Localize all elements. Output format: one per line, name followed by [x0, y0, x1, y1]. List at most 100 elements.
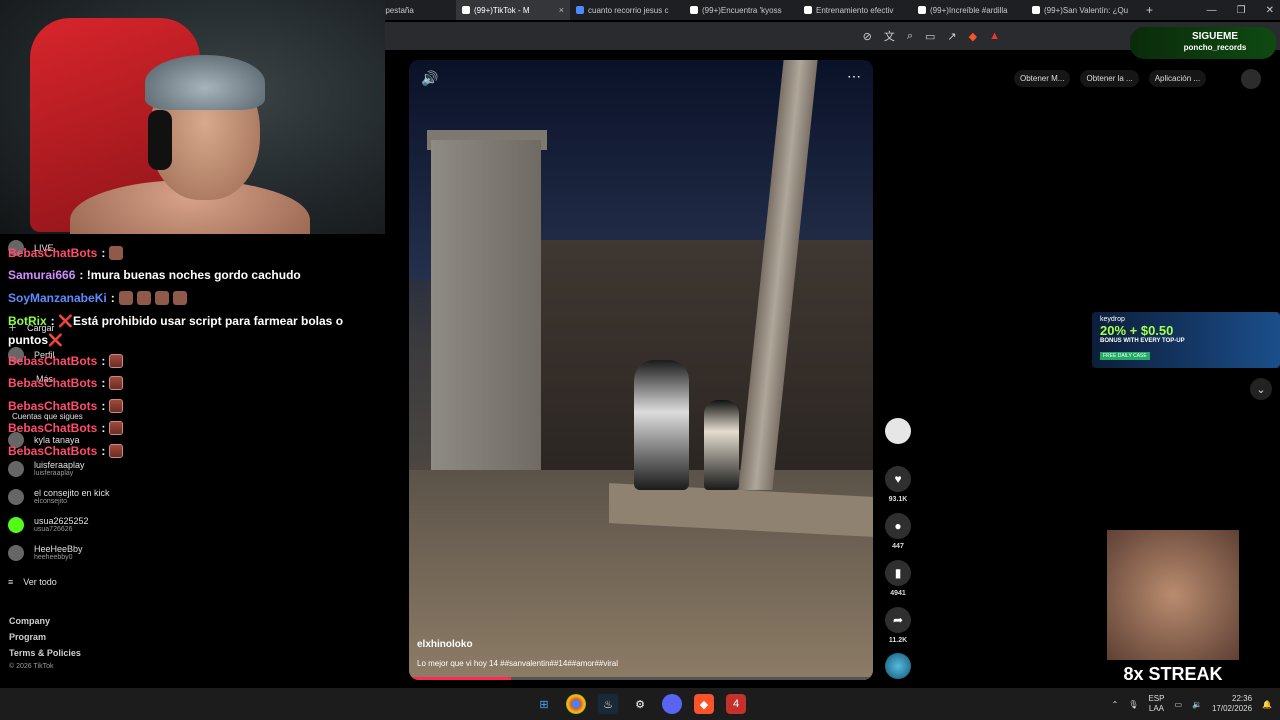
- browser-tab[interactable]: Entrenamiento efectiv: [798, 0, 912, 20]
- footer-link-program[interactable]: Program: [9, 632, 46, 642]
- translate-icon[interactable]: 文: [884, 28, 895, 44]
- account-item[interactable]: usua2625252 usua726626: [8, 516, 89, 533]
- chrome-icon[interactable]: [566, 694, 586, 714]
- browser-tab[interactable]: (99+)San Valentín: ¿Qu: [1026, 0, 1140, 20]
- like-button[interactable]: ♥ 93.1K: [880, 466, 916, 503]
- user-avatar-button[interactable]: [1241, 69, 1261, 89]
- tab-label: (99+)Increíble #ardilla: [930, 5, 1008, 15]
- music-disc-button[interactable]: [880, 653, 916, 679]
- chat-text: :: [101, 246, 106, 260]
- share-button[interactable]: ➦ 11.2K: [880, 607, 916, 644]
- get-app-button[interactable]: Obtener la ...: [1080, 70, 1139, 87]
- translate-off-icon[interactable]: ⊘: [863, 30, 872, 43]
- footer-link-company[interactable]: Company: [9, 616, 50, 626]
- video-author[interactable]: elxhinoloko: [417, 639, 473, 650]
- chat-username: BebasChatBots: [8, 399, 98, 413]
- chat-emote: [118, 291, 133, 305]
- volume-tray-icon[interactable]: 🔉: [1192, 700, 1202, 709]
- avatar: [8, 544, 24, 561]
- list-icon: ≡: [8, 577, 14, 587]
- chat-username: Samurai666: [8, 268, 76, 282]
- lang-code: ESP: [1148, 694, 1165, 703]
- app-icon[interactable]: 4: [726, 694, 746, 714]
- desktop-app-button[interactable]: Aplicación ...: [1148, 70, 1207, 87]
- volume-icon[interactable]: 🔊: [421, 70, 438, 87]
- video-progress-fill: [409, 677, 512, 680]
- clock-time: 22:36: [1232, 694, 1253, 703]
- ad-tag: FREE DAILY CASE: [1100, 352, 1150, 360]
- avatar: [8, 488, 24, 505]
- windows-start-icon[interactable]: ⊞: [534, 694, 554, 714]
- close-window-icon[interactable]: ✕: [1266, 5, 1274, 16]
- tray-expand-icon[interactable]: ⌃: [1112, 700, 1119, 709]
- ad-headline: 20% + $0.50: [1100, 323, 1174, 338]
- video-progress-bar[interactable]: [409, 677, 873, 680]
- system-tray: ⌃ 🎙 ESP LAA ▭ 🔉 22:36 17/02/2026 🔔: [1112, 688, 1272, 720]
- browser-tab[interactable]: (99+)TikTok - M ×: [456, 0, 570, 20]
- comment-icon: ●: [885, 513, 911, 539]
- discord-icon[interactable]: [662, 694, 682, 714]
- account-name: HeeHeeBby: [34, 544, 83, 554]
- account-item[interactable]: el consejito en kick elconsejito: [8, 488, 110, 505]
- video-player[interactable]: 🔊 ⋯ elxhinoloko Lo mejor que vi hoy 14 #…: [409, 60, 873, 680]
- windows-taskbar: ⊞ ♨ ⚙ ◆ 4: [0, 688, 1280, 720]
- chat-emote: [109, 246, 124, 260]
- ad-subtitle: BONUS WITH EVERY TOP-UP: [1100, 338, 1185, 344]
- save-button[interactable]: ▮ 4941: [880, 560, 916, 597]
- brave-rewards-icon[interactable]: ▲: [989, 30, 1000, 42]
- chat-text: :: [101, 376, 106, 390]
- avatar: [8, 516, 24, 533]
- new-tab-button[interactable]: +: [1140, 3, 1159, 17]
- restore-icon[interactable]: ❐: [1237, 5, 1246, 16]
- chat-emote: [109, 399, 124, 413]
- watchtower: [431, 140, 541, 480]
- notification-icon[interactable]: 🔔: [1262, 700, 1272, 709]
- account-name: usua2625252: [34, 516, 89, 526]
- account-handle: heeheebby0: [34, 554, 73, 561]
- follow-me-title: SIGUEME: [1191, 31, 1239, 42]
- webcam-overlay: [0, 0, 385, 234]
- account-item[interactable]: HeeHeeBby heeheebby0: [8, 544, 83, 561]
- brave-shield-icon[interactable]: ◆: [969, 30, 977, 43]
- tab-label: (99+)San Valentín: ¿Qu: [1044, 5, 1129, 15]
- share-icon[interactable]: ↗: [947, 30, 956, 43]
- browser-tab[interactable]: (99+)Encuentra 'kyoss: [684, 0, 798, 20]
- brave-icon[interactable]: ◆: [694, 694, 714, 714]
- account-handle: usua726626: [34, 526, 73, 533]
- chat-text: :: [101, 354, 106, 368]
- creator-avatar-button[interactable]: [880, 418, 916, 444]
- mic-icon[interactable]: 🎙: [1128, 700, 1138, 709]
- see-all-link[interactable]: ≡ Ver todo: [8, 577, 57, 587]
- cast-icon[interactable]: ▭: [925, 30, 935, 43]
- music-disc-icon: [885, 653, 911, 679]
- zoom-icon[interactable]: ⌕: [907, 30, 913, 43]
- chat-message: Samurai666: !mura buenas noches gordo ca…: [8, 268, 301, 282]
- browser-tab[interactable]: (99+)Increíble #ardilla: [912, 0, 1026, 20]
- browser-tab[interactable]: cuanto recorrio jesus c: [570, 0, 684, 20]
- chat-username: BebasChatBots: [8, 354, 98, 368]
- minimize-icon[interactable]: —: [1207, 5, 1217, 16]
- steam-icon[interactable]: ♨: [598, 694, 618, 714]
- chat-message: BebasChatBots:: [8, 354, 124, 368]
- save-count: 4941: [890, 590, 906, 597]
- account-item[interactable]: luisferaaplay luisferaaplay: [8, 460, 85, 477]
- share-count: 11.2K: [888, 637, 908, 644]
- settings-gear-icon[interactable]: ⚙: [630, 694, 650, 714]
- tab-favicon-icon: [576, 6, 584, 14]
- footer-link-terms[interactable]: Terms & Policies: [9, 648, 81, 658]
- clock[interactable]: 22:36 17/02/2026: [1212, 694, 1252, 714]
- like-count: 93.1K: [888, 496, 908, 503]
- language-indicator[interactable]: ESP LAA: [1148, 694, 1164, 714]
- next-video-button[interactable]: ⌄: [1250, 378, 1272, 400]
- chat-text: :: [101, 399, 106, 413]
- comment-button[interactable]: ● 447: [880, 513, 916, 550]
- heart-icon: ♥: [885, 466, 911, 492]
- network-icon[interactable]: ▭: [1174, 700, 1182, 709]
- tab-favicon-icon: [1032, 6, 1040, 14]
- more-options-icon[interactable]: ⋯: [847, 68, 861, 85]
- get-coins-button[interactable]: Obtener M...: [1014, 70, 1071, 87]
- chat-message: BotRix: ❌Está prohibido usar script para…: [8, 314, 343, 328]
- chat-text: : ❌Está prohibido usar script para farme…: [50, 314, 344, 328]
- chat-text: puntos❌: [8, 333, 63, 347]
- close-tab-icon[interactable]: ×: [559, 5, 564, 15]
